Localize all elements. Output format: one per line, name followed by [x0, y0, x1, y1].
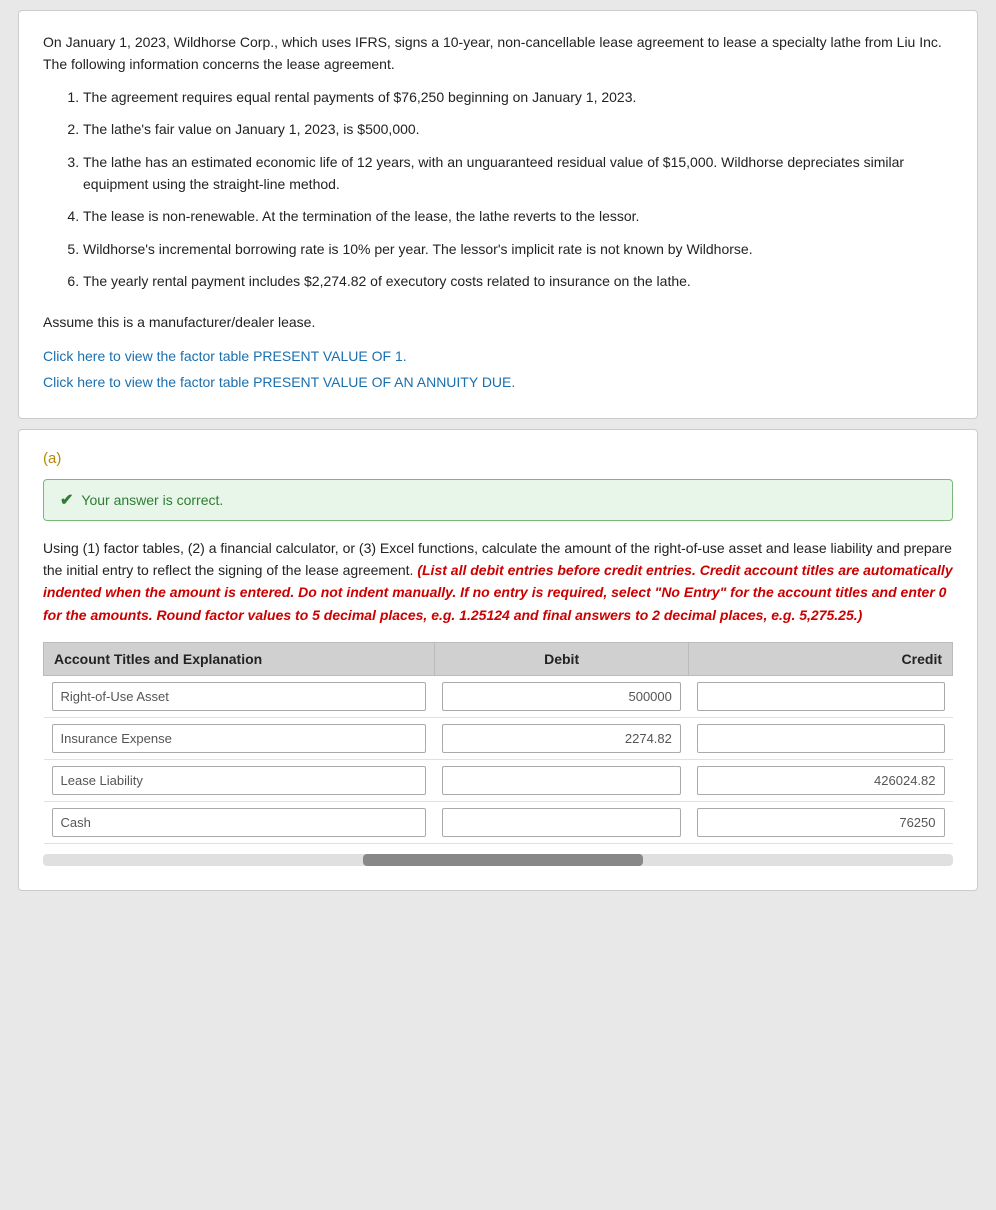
list-item: The agreement requires equal rental paym… — [83, 86, 953, 108]
table-row — [44, 676, 953, 718]
debit-input[interactable] — [442, 808, 681, 837]
col-header-credit: Credit — [689, 643, 953, 676]
credit-input[interactable] — [697, 682, 945, 711]
correct-message: Your answer is correct. — [81, 492, 223, 508]
col-header-account: Account Titles and Explanation — [44, 643, 435, 676]
pv-annuity-link[interactable]: Click here to view the factor table PRES… — [43, 371, 953, 393]
scrollbar-thumb[interactable] — [363, 854, 643, 866]
credit-input[interactable] — [697, 724, 945, 753]
scrollbar-area[interactable] — [43, 854, 953, 866]
debit-input[interactable] — [442, 724, 681, 753]
scenario-text: On January 1, 2023, Wildhorse Corp., whi… — [43, 31, 953, 394]
credit-input[interactable] — [697, 766, 945, 795]
intro-paragraph: On January 1, 2023, Wildhorse Corp., whi… — [43, 31, 953, 76]
check-icon: ✔ — [60, 490, 73, 510]
assume-text: Assume this is a manufacturer/dealer lea… — [43, 311, 953, 333]
credit-input[interactable] — [697, 808, 945, 837]
account-title-input[interactable] — [52, 682, 427, 711]
scenario-card: On January 1, 2023, Wildhorse Corp., whi… — [18, 10, 978, 419]
account-title-input[interactable] — [52, 724, 427, 753]
instructions: Using (1) factor tables, (2) a financial… — [43, 537, 953, 627]
list-item: The yearly rental payment includes $2,27… — [83, 270, 953, 292]
list-item: Wildhorse's incremental borrowing rate i… — [83, 238, 953, 260]
table-row — [44, 802, 953, 844]
debit-input[interactable] — [442, 766, 681, 795]
list-item: The lathe has an estimated economic life… — [83, 151, 953, 196]
pv1-link[interactable]: Click here to view the factor table PRES… — [43, 345, 953, 367]
list-item: The lease is non-renewable. At the termi… — [83, 205, 953, 227]
account-title-input[interactable] — [52, 808, 427, 837]
account-title-input[interactable] — [52, 766, 427, 795]
list-item: The lathe's fair value on January 1, 202… — [83, 118, 953, 140]
table-row — [44, 760, 953, 802]
debit-input[interactable] — [442, 682, 681, 711]
part-a-card: (a) ✔ Your answer is correct. Using (1) … — [18, 429, 978, 892]
col-header-debit: Debit — [434, 643, 689, 676]
entry-table: Account Titles and Explanation Debit Cre… — [43, 642, 953, 844]
table-row — [44, 718, 953, 760]
scenario-list: The agreement requires equal rental paym… — [63, 86, 953, 293]
part-a-label: (a) — [43, 450, 953, 467]
correct-banner: ✔ Your answer is correct. — [43, 479, 953, 521]
